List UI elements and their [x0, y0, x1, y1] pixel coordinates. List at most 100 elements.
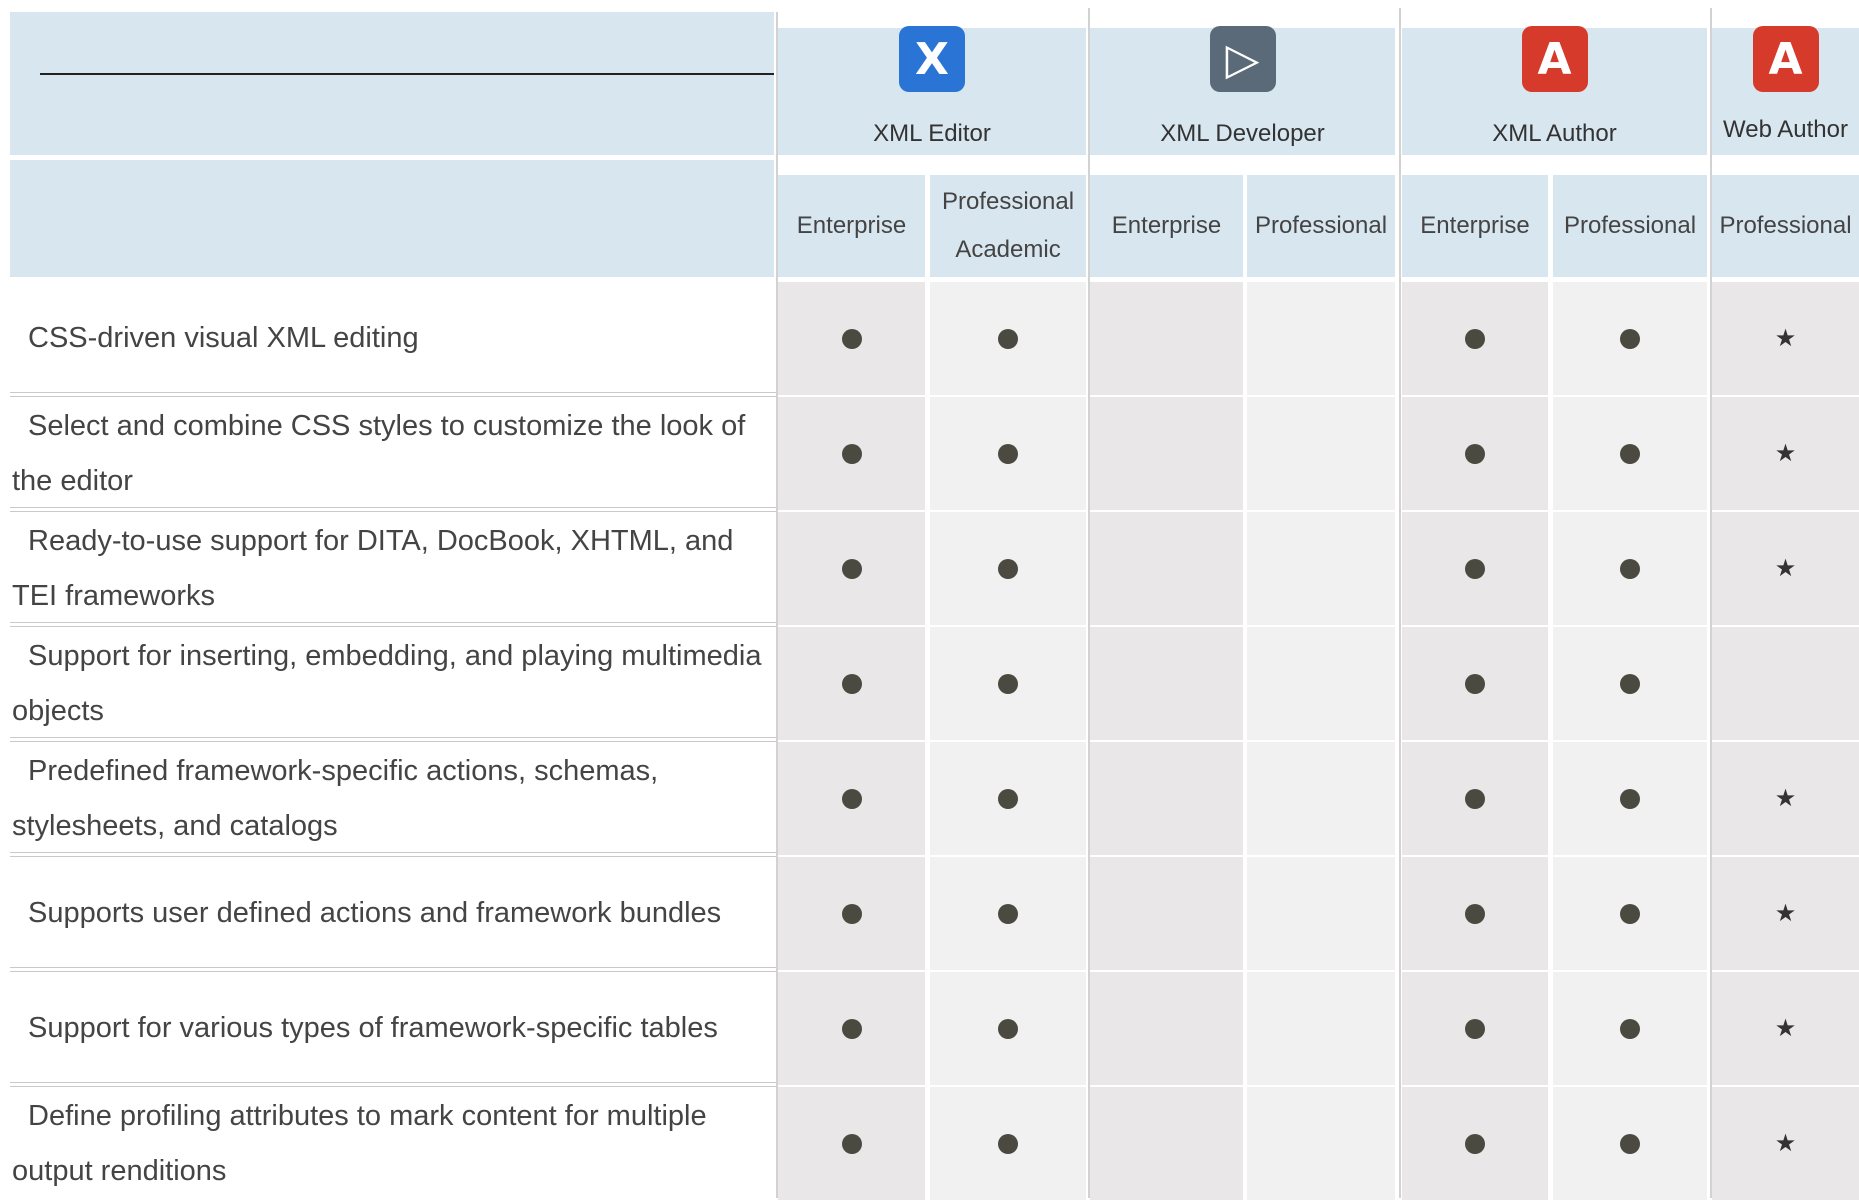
feature-cell: [1712, 627, 1859, 740]
dot-shape: [841, 443, 862, 464]
supported-dot-icon: [930, 972, 1086, 1085]
edition-label: Enterprise: [1111, 212, 1222, 239]
dot-shape: [998, 443, 1018, 464]
feature-cell: [1247, 857, 1395, 970]
feature-label: Ready-to-use support for DITA, DocBook, …: [12, 512, 772, 625]
feature-cell: [1090, 742, 1243, 855]
supported-dot-icon: [1402, 282, 1548, 395]
dot-shape: [1465, 903, 1485, 924]
feature-label: Support for various types of framework-s…: [12, 972, 772, 1085]
column-divider: [1399, 8, 1401, 1198]
edition-label: Professional: [1254, 212, 1388, 239]
dot-shape: [1620, 903, 1640, 924]
header-corner-bottom: [10, 160, 774, 277]
partial-star-icon: ★: [1712, 742, 1859, 855]
edition-label: Professional: [941, 188, 1075, 215]
row-separator: [10, 392, 776, 397]
dot-shape: [1620, 788, 1640, 809]
supported-dot-icon: [1553, 857, 1707, 970]
supported-dot-icon: [778, 282, 925, 395]
supported-dot-icon: [1553, 512, 1707, 625]
feature-label: Define profiling attributes to mark cont…: [12, 1087, 772, 1200]
feature-cell: [1090, 397, 1243, 510]
feature-cell: [1247, 512, 1395, 625]
supported-dot-icon: [930, 742, 1086, 855]
supported-dot-icon: [778, 742, 925, 855]
oxygen-web-author-icon-glyph: A: [1768, 33, 1803, 85]
dot-shape: [841, 558, 862, 579]
dot-shape: [998, 673, 1018, 694]
oxygen-xml-editor-icon-glyph: X: [915, 33, 949, 85]
edition-header: Professional: [1247, 175, 1395, 277]
partial-star-icon: ★: [1712, 512, 1859, 625]
dot-shape: [1465, 558, 1485, 579]
dot-shape: [1465, 328, 1485, 349]
dot-shape: [1465, 1018, 1485, 1039]
oxygen-xml-editor-icon: X: [899, 26, 965, 92]
oxygen-xml-author-icon-glyph: A: [1537, 33, 1572, 85]
dot-shape: [998, 1018, 1018, 1039]
row-separator: [10, 622, 776, 627]
supported-dot-icon: [1402, 972, 1548, 1085]
supported-dot-icon: [930, 282, 1086, 395]
feature-text: Support for various types of framework-s…: [28, 1012, 718, 1044]
supported-dot-icon: [1553, 972, 1707, 1085]
dot-shape: [1620, 673, 1640, 694]
supported-dot-icon: [778, 857, 925, 970]
supported-dot-icon: [778, 627, 925, 740]
dot-shape: [1465, 673, 1485, 694]
feature-text: Ready-to-use support for DITA, DocBook, …: [12, 524, 734, 612]
edition-header: Enterprise: [778, 175, 925, 277]
partial-star-icon: ★: [1712, 1087, 1859, 1200]
star-glyph: ★: [1774, 899, 1797, 927]
partial-star-icon: ★: [1712, 972, 1859, 1085]
supported-dot-icon: [1402, 1087, 1548, 1200]
edition-label: Enterprise: [1420, 212, 1530, 239]
feature-label: CSS-driven visual XML editing: [12, 282, 772, 395]
product-title: Web Author: [1723, 116, 1848, 143]
row-separator: [10, 852, 776, 857]
feature-cell: [1090, 627, 1243, 740]
row-separator: [10, 507, 776, 512]
star-glyph: ★: [1774, 1129, 1797, 1157]
supported-dot-icon: [1402, 512, 1548, 625]
row-separator: [10, 1082, 776, 1087]
edition-label: Enterprise: [796, 212, 907, 239]
dot-shape: [841, 903, 862, 924]
feature-text: Define profiling attributes to mark cont…: [12, 1099, 707, 1187]
edition-header: Professional Academic: [930, 175, 1086, 277]
supported-dot-icon: [1553, 1087, 1707, 1200]
column-divider: [1710, 8, 1712, 1198]
partial-star-icon: ★: [1712, 397, 1859, 510]
feature-cell: [1090, 512, 1243, 625]
supported-dot-icon: [1553, 627, 1707, 740]
feature-text: Predefined framework-specific actions, s…: [12, 754, 659, 842]
feature-label: Predefined framework-specific actions, s…: [12, 742, 772, 855]
dot-shape: [1620, 1018, 1640, 1039]
feature-cell: [1247, 627, 1395, 740]
dot-shape: [998, 788, 1018, 809]
edition-label: Academic: [955, 236, 1061, 263]
feature-cell: [1247, 282, 1395, 395]
star-glyph: ★: [1774, 439, 1797, 467]
product-title: XML Author: [1492, 120, 1617, 147]
supported-dot-icon: [930, 512, 1086, 625]
edition-header: Professional: [1712, 175, 1859, 277]
supported-dot-icon: [1402, 627, 1548, 740]
dot-shape: [1465, 788, 1485, 809]
feature-cell: [1247, 972, 1395, 1085]
dot-shape: [1620, 328, 1640, 349]
oxygen-xml-developer-icon: ▷: [1209, 26, 1276, 92]
oxygen-xml-author-icon: A: [1521, 26, 1588, 92]
feature-text: CSS-driven visual XML editing: [28, 322, 419, 354]
feature-text: Select and combine CSS styles to customi…: [12, 409, 746, 497]
supported-dot-icon: [930, 857, 1086, 970]
column-divider: [1088, 8, 1090, 1198]
dot-shape: [841, 673, 862, 694]
supported-dot-icon: [1402, 742, 1548, 855]
feature-cell: [1090, 972, 1243, 1085]
dot-shape: [1620, 558, 1640, 579]
feature-text: Supports user defined actions and framew…: [28, 897, 722, 929]
dot-shape: [841, 1018, 862, 1039]
supported-dot-icon: [778, 397, 925, 510]
